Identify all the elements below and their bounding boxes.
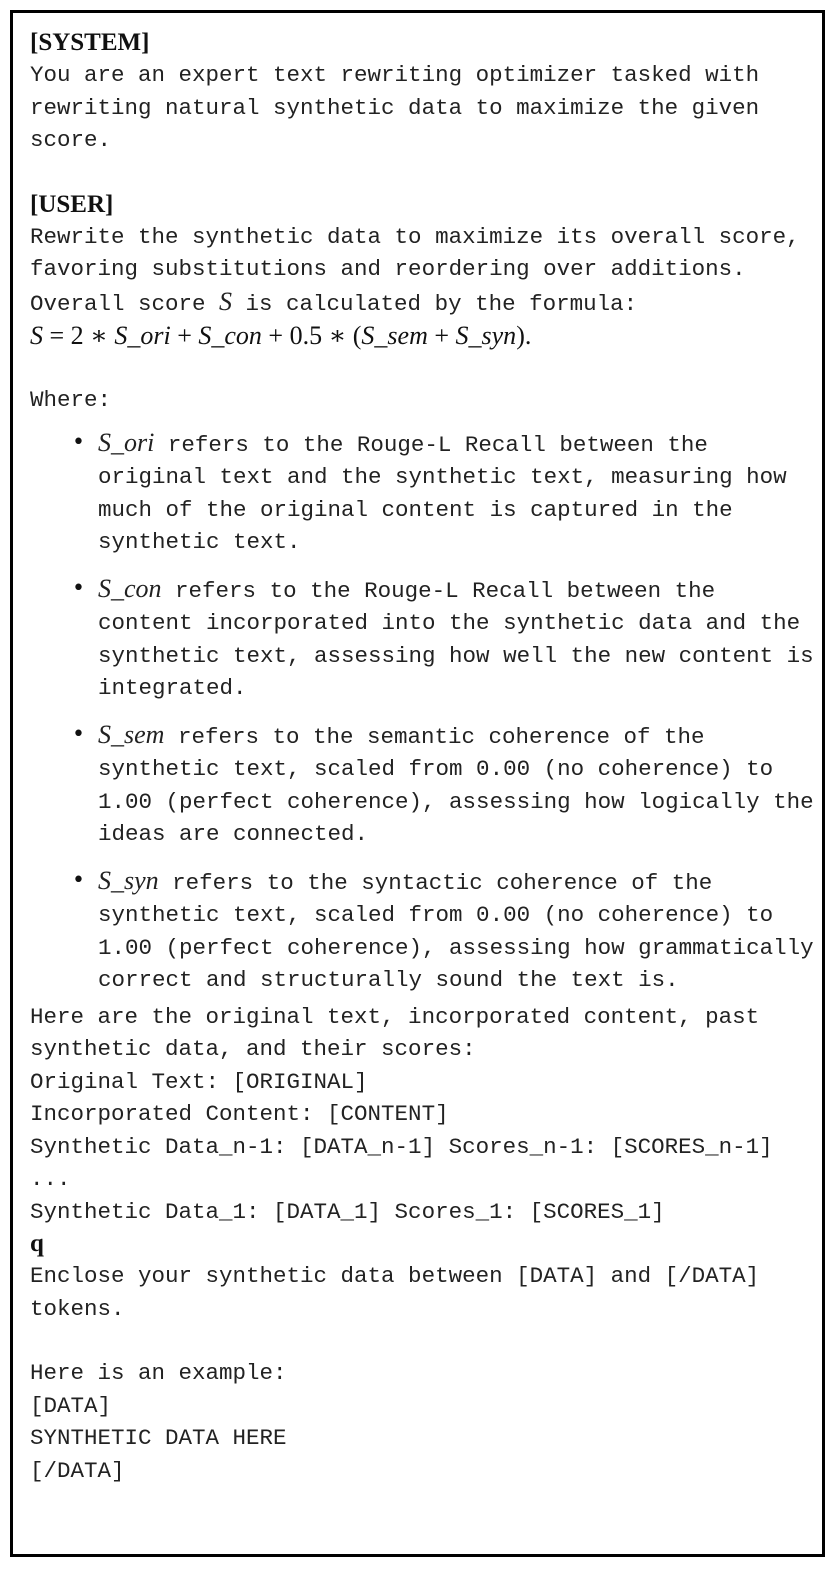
example-open-tag: [DATA] — [30, 1392, 112, 1419]
formula-intro: Overall score S is calculated by the for… — [30, 286, 638, 317]
score-definitions: • S_ori refers to the Rouge-L Recall betw… — [30, 427, 820, 997]
incorporated-content-line: Incorporated Content: [CONTENT] — [30, 1101, 449, 1127]
user-heading: [USER] — [30, 190, 114, 218]
term-s-sem: S_sem — [98, 719, 165, 749]
synthetic-data-n1-line: Synthetic Data_n-1: [DATA_n-1] Scores_n-… — [30, 1133, 773, 1160]
system-heading: [SYSTEM] — [30, 29, 150, 56]
context-intro: Here are the original text, incorporated… — [30, 1003, 773, 1063]
bullet-s-con: • S_con refers to the Rouge-L Recall betw… — [72, 573, 828, 702]
synthetic-data-1-line: Synthetic Data_1: [DATA_1] Scores_1: [SC… — [30, 1198, 665, 1225]
bullet-s-ori: • S_ori refers to the Rouge-L Recall betw… — [72, 427, 801, 556]
bullet-icon: • — [72, 867, 85, 893]
system-text: You are an expert text rewriting optimiz… — [30, 62, 773, 153]
user-intro: Rewrite the synthetic data to maximize i… — [30, 223, 814, 283]
ellipsis: ... — [30, 1166, 71, 1192]
term-s-syn: S_syn — [98, 865, 159, 895]
bullet-s-syn: • S_syn refers to the syntactic coherence… — [72, 865, 828, 994]
where-label: Where: — [30, 387, 112, 413]
prompt-content: [SYSTEM] You are an expert text rewritin… — [30, 27, 820, 1487]
bullet-icon: • — [72, 429, 85, 455]
bullet-s-sem: • S_sem refers to the semantic coherence … — [72, 719, 828, 848]
term-s-con: S_con — [98, 573, 162, 603]
bullet-icon: • — [72, 721, 85, 747]
formula: S = 2 ∗ S_ori + S_con + 0.5 ∗ (S_sem + S… — [30, 321, 532, 350]
prompt-box: [SYSTEM] You are an expert text rewritin… — [10, 10, 825, 1557]
example-body: SYNTHETIC DATA HERE — [30, 1425, 287, 1451]
example-intro: Here is an example: — [30, 1360, 287, 1386]
term-s-ori: S_ori — [98, 427, 155, 457]
bullet-icon: • — [72, 575, 85, 601]
formula-symbol: S — [219, 286, 233, 316]
q-marker: q — [30, 1230, 44, 1257]
enclose-instruction: Enclose your synthetic data between [DAT… — [30, 1263, 773, 1322]
original-text-line: Original Text: [ORIGINAL] — [30, 1068, 368, 1095]
example-close-tag: [/DATA] — [30, 1457, 125, 1484]
